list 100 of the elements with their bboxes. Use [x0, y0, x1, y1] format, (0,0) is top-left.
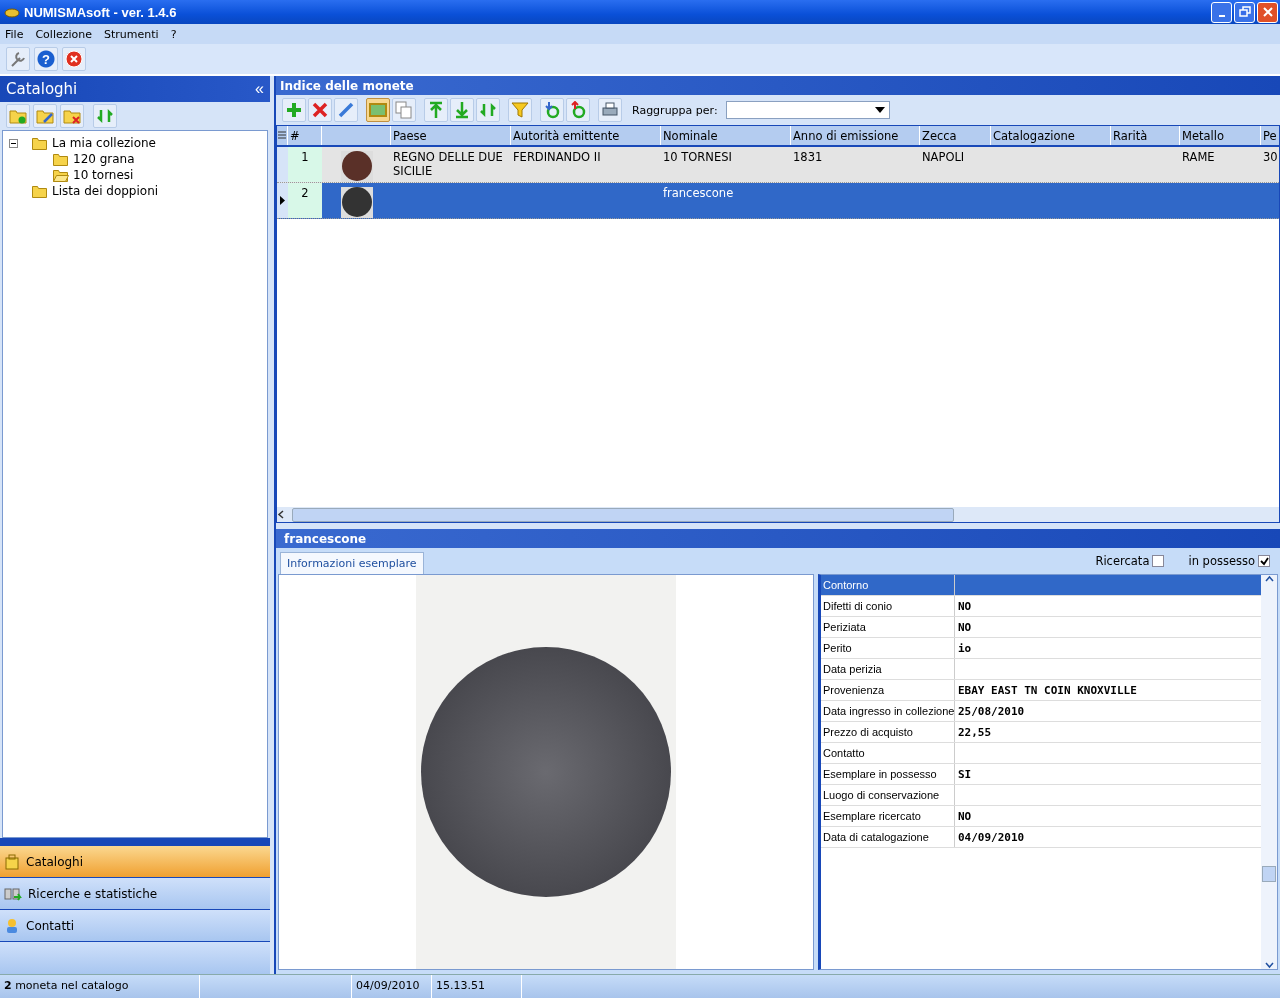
tree-item[interactable]: Lista dei doppioni	[9, 183, 261, 199]
property-row[interactable]: Perito io	[821, 638, 1261, 659]
vertical-scrollbar[interactable]	[1261, 575, 1277, 969]
minimize-button[interactable]	[1211, 1, 1232, 23]
table-cell-text: 10 TORNESI	[662, 149, 733, 166]
menu-item[interactable]: Strumenti	[104, 27, 159, 41]
property-row[interactable]: Contatto	[821, 743, 1261, 764]
close-button[interactable]	[1257, 1, 1278, 23]
binoculars-icon	[4, 885, 22, 902]
panel-title: francescone	[284, 531, 367, 546]
table-cell-text: 30	[1262, 149, 1279, 166]
add-folder-icon[interactable]	[6, 104, 30, 128]
property-row[interactable]: Periziata NO	[821, 617, 1261, 638]
menu-item[interactable]: ?	[170, 27, 177, 41]
status-text: 2 moneta nel catalogo	[0, 975, 200, 998]
property-row[interactable]: Difetti di conio NO	[821, 596, 1261, 617]
arrow-down-icon[interactable]	[450, 98, 474, 122]
property-value: 25/08/2010	[958, 704, 1025, 718]
dropdown-arrow-icon	[874, 107, 885, 113]
help-button[interactable]: ?	[34, 47, 58, 71]
refresh-icon[interactable]	[93, 104, 117, 128]
printer-icon[interactable]	[598, 98, 622, 122]
delete-folder-icon[interactable]	[60, 104, 84, 128]
panel-title: Cataloghi	[6, 80, 79, 98]
scroll-down-icon[interactable]	[1264, 962, 1274, 969]
checkbox[interactable]	[1258, 555, 1270, 567]
table-row[interactable]: 1 REGNO DELLE DUE SICILIE FERDINANDO II 10 TORNESI 1831 NAPOLI RAME 30	[277, 147, 1279, 183]
refresh-icon[interactable]	[476, 98, 500, 122]
property-value: NO	[958, 599, 972, 613]
column-header[interactable]: Metallo	[1180, 126, 1261, 145]
property-row[interactable]: Provenienza EBAY EAST TN COIN KNOXVILLE	[821, 680, 1261, 701]
table-cell-text: 1831	[792, 149, 824, 166]
property-value: io	[958, 641, 972, 655]
property-row[interactable]: Data di catalogazione 04/09/2010	[821, 827, 1261, 848]
nav-button[interactable]: Ricerche e statistiche	[0, 878, 270, 910]
property-value: NO	[958, 809, 972, 823]
checkbox-label: Ricercata	[1095, 554, 1150, 568]
scroll-up-icon[interactable]	[1264, 575, 1274, 582]
property-value: EBAY EAST TN COIN KNOXVILLE	[958, 683, 1137, 697]
current-row-icon	[280, 196, 285, 205]
column-header[interactable]: #	[288, 126, 322, 145]
table-cell-text: REGNO DELLE DUE SICILIE	[392, 149, 504, 180]
tree-item[interactable]: La mia collezione	[9, 135, 261, 151]
property-name: Periziata	[821, 617, 955, 637]
column-header[interactable]: Nominale	[661, 126, 791, 145]
property-row[interactable]: Data ingresso in collezione 25/08/2010	[821, 701, 1261, 722]
checkbox[interactable]	[1152, 555, 1165, 567]
exit-icon[interactable]	[62, 47, 86, 71]
property-row[interactable]: Data perizia	[821, 659, 1261, 680]
menu-item[interactable]: Collezione	[35, 27, 92, 41]
tree-item[interactable]: 10 tornesi	[9, 167, 261, 183]
coin-photo	[340, 187, 373, 218]
row-selector[interactable]	[277, 183, 288, 218]
filter-icon[interactable]	[508, 98, 532, 122]
pencil-icon[interactable]	[334, 98, 358, 122]
import-icon[interactable]	[540, 98, 564, 122]
property-name: Data di catalogazione	[821, 827, 955, 847]
property-name: Data perizia	[821, 659, 955, 679]
nav-button[interactable]: Contatti	[0, 910, 270, 942]
property-row[interactable]: Luogo di conservazione	[821, 785, 1261, 806]
column-header[interactable]: Autorità emittente	[511, 126, 661, 145]
column-header[interactable]: Zecca	[920, 126, 991, 145]
column-header[interactable]: Anno di emissione	[791, 126, 920, 145]
table-row[interactable]: 2 francescone	[277, 183, 1279, 219]
edit-folder-icon[interactable]	[33, 104, 57, 128]
property-row[interactable]: Contorno	[821, 575, 1261, 596]
minimize-icon	[1218, 15, 1225, 17]
arrow-up-icon[interactable]	[424, 98, 448, 122]
collapse-icon[interactable]	[9, 138, 18, 148]
status-date: 04/09/2010	[352, 975, 432, 998]
export-icon[interactable]	[566, 98, 590, 122]
column-header[interactable]: Paese	[391, 126, 511, 145]
property-name: Perito	[821, 638, 955, 658]
splitter-handle[interactable]	[0, 838, 270, 846]
scroll-thumb[interactable]	[1262, 866, 1276, 882]
group-by-label: Raggruppa per:	[632, 103, 718, 117]
column-header[interactable]: Pe	[1261, 126, 1279, 145]
collapse-button[interactable]: «	[255, 80, 264, 98]
delete-icon[interactable]	[308, 98, 332, 122]
column-header[interactable]: Catalogazione	[991, 126, 1111, 145]
table-cell-text: RAME	[1181, 149, 1216, 166]
nav-button[interactable]: Cataloghi	[0, 846, 270, 878]
restore-button[interactable]	[1234, 1, 1255, 23]
panel-title: Indice delle monete	[280, 78, 414, 93]
picture-icon[interactable]	[366, 98, 390, 122]
property-value: 22,55	[958, 725, 992, 739]
property-row[interactable]: Esemplare in possesso SI	[821, 764, 1261, 785]
group-by-dropdown[interactable]	[725, 101, 890, 119]
column-header[interactable]: Rarità	[1111, 126, 1180, 145]
window-title: NUMISMAsoft - ver. 1.4.6	[24, 4, 177, 20]
tree-item[interactable]: 120 grana	[9, 151, 261, 167]
catalog-icon	[4, 853, 20, 870]
property-row[interactable]: Prezzo di acquisto 22,55	[821, 722, 1261, 743]
property-row[interactable]: Esemplare ricercato NO	[821, 806, 1261, 827]
add-icon[interactable]	[282, 98, 306, 122]
horizontal-scrollbar[interactable]	[277, 507, 1279, 522]
table-cell-text: FERDINANDO II	[512, 149, 602, 166]
tab[interactable]: Informazioni esemplare	[280, 552, 424, 574]
wrench-icon[interactable]	[6, 47, 30, 71]
menu-item[interactable]: File	[5, 27, 24, 41]
